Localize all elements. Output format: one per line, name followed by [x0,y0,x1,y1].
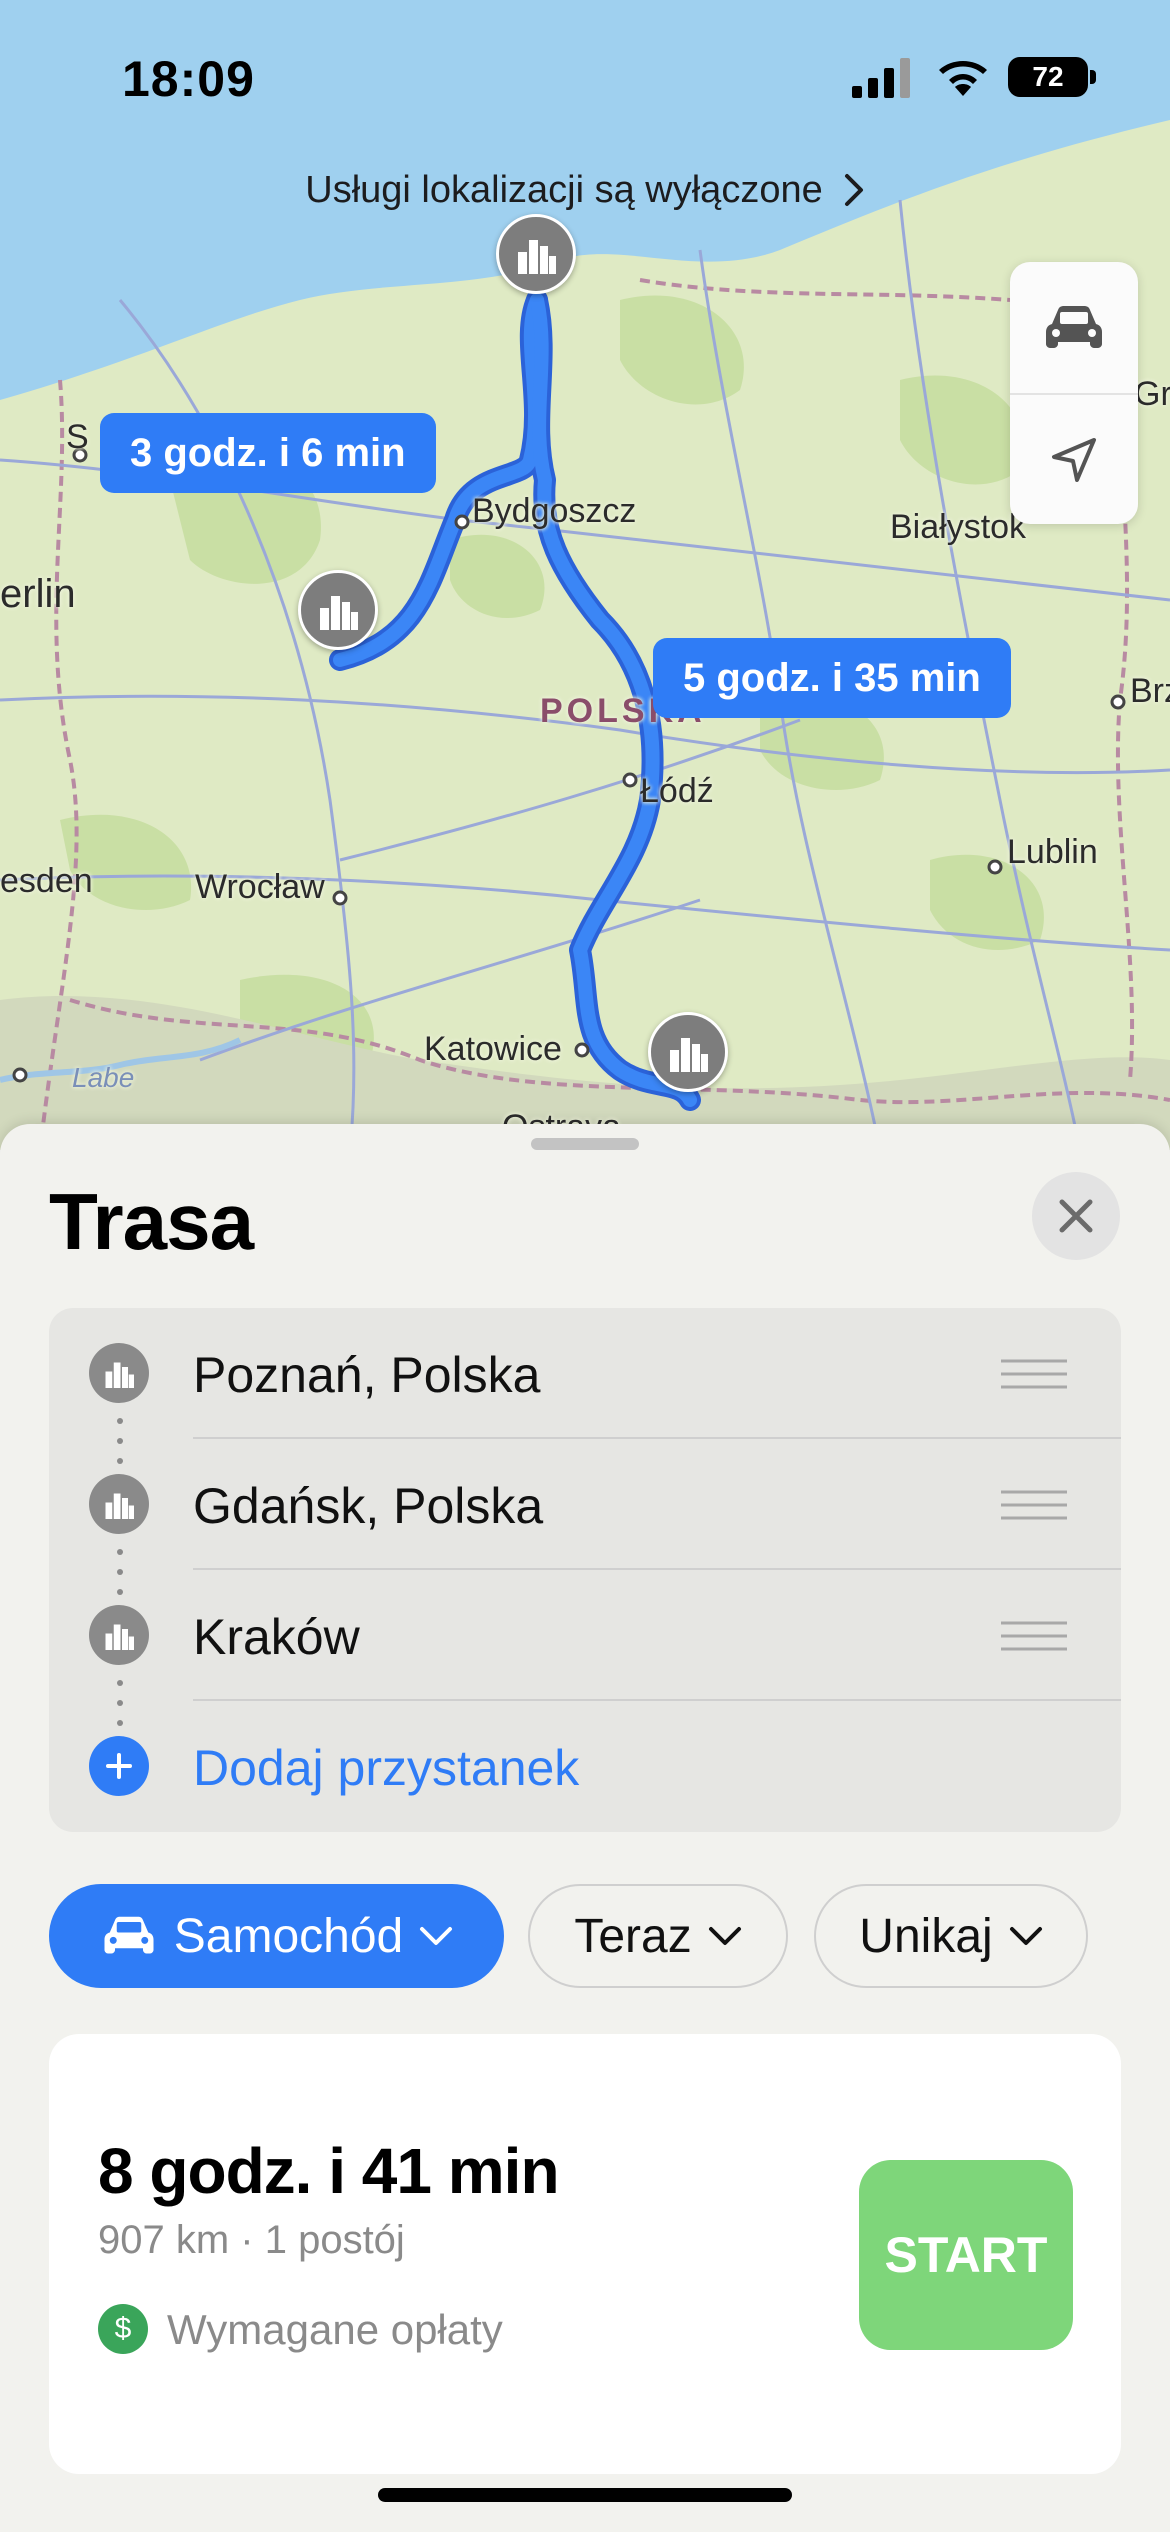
transport-mode-chip[interactable]: Samochód [49,1884,504,1988]
car-icon [1046,305,1102,348]
route-sheet: Trasa Poznań, Polska Gdańsk, Polska Krak… [0,1124,1170,2532]
route-callout-b[interactable]: 5 godz. i 35 min [653,638,1011,718]
chevron-right-icon [844,174,863,206]
wifi-icon [939,61,987,96]
stop-label: Kraków [193,1609,360,1665]
route-duration: 8 godz. i 41 min [98,2135,560,2207]
map-label-lodz: Łódź [640,772,714,810]
reorder-handle-icon[interactable] [1001,1620,1067,1652]
locate-me-button[interactable] [1010,393,1138,524]
chevron-down-icon [1009,1927,1042,1945]
map-label-wroclaw: Wrocław [195,868,325,906]
toll-notice: Wymagane opłaty [167,2306,503,2353]
route-stops: Poznań, Polska Gdańsk, Polska Kraków Dod… [49,1308,1121,1832]
city-pin-krakow[interactable] [648,1012,728,1092]
city-icon [89,1605,149,1665]
map-label-bialystok: Białystok [890,508,1027,546]
map-label-labe: Labe [72,1062,135,1093]
departure-time-chip[interactable]: Teraz [528,1884,788,1988]
city-pin-poznan[interactable] [298,570,378,650]
status-time: 18:09 [122,51,255,107]
map-label-gro: Gro [1134,375,1170,413]
chevron-down-icon [708,1927,741,1945]
map-controls [1010,262,1138,524]
route-callout-a[interactable]: 3 godz. i 6 min [100,413,436,493]
route-distance-stops: 907 km · 1 postój [98,2218,405,2262]
sheet-grabber[interactable] [531,1138,639,1150]
transport-mode-label: Samochód [173,1909,404,1963]
location-arrow-icon [1052,437,1096,482]
chevron-down-icon [420,1927,453,1945]
departure-time-label: Teraz [574,1909,692,1963]
city-icon [89,1474,149,1534]
start-button[interactable]: START [859,2160,1073,2350]
reorder-handle-icon[interactable] [1001,1489,1067,1521]
plus-icon [89,1736,149,1796]
stop-row-1[interactable]: Poznań, Polska [49,1308,1121,1439]
map-label-dresden: esden [0,862,93,900]
add-stop-label: Dodaj przystanek [193,1740,580,1796]
location-banner-text: Usługi lokalizacji są wyłączone [305,168,823,211]
stop-row-2[interactable]: Gdańsk, Polska [49,1439,1121,1570]
cellular-signal-icon [852,58,910,98]
city-icon [320,596,358,630]
car-icon [104,1916,154,1954]
reorder-handle-icon[interactable] [1001,1358,1067,1390]
add-stop-row[interactable]: Dodaj przystanek [49,1701,1121,1832]
status-bar: 18:09 72 [0,0,1170,150]
location-services-banner[interactable]: Usługi lokalizacji są wyłączone [0,150,1170,230]
route-summary-card[interactable]: 8 godz. i 41 min 907 km · 1 postój $ Wym… [49,2034,1121,2474]
avoid-chip[interactable]: Unikaj [814,1884,1088,1988]
route-options: Samochód Teraz Unikaj [49,1884,1121,1988]
stop-label: Gdańsk, Polska [193,1478,544,1534]
map-label-bydgoszcz: Bydgoszcz [472,492,637,530]
home-indicator[interactable] [378,2488,792,2502]
dollar-icon: $ [98,2304,148,2354]
map-label-berlin: erlin [0,572,76,616]
map-label-brz: Brz [1130,672,1170,710]
battery-cap [1090,70,1096,84]
avoid-label: Unikaj [859,1909,993,1963]
stop-label: Poznań, Polska [193,1347,541,1403]
map-label-katowice: Katowice [424,1030,562,1068]
city-icon [518,240,556,274]
stop-row-3[interactable]: Kraków [49,1570,1121,1701]
close-button[interactable] [1032,1172,1120,1260]
city-icon [89,1343,149,1403]
city-icon [670,1038,708,1072]
map-label-lublin: Lublin [1007,833,1098,871]
map-mode-button[interactable] [1010,262,1138,393]
map-label-s: S [66,418,89,456]
close-icon [1059,1199,1093,1233]
battery-indicator: 72 [1008,57,1088,97]
sheet-title: Trasa [49,1177,254,1266]
